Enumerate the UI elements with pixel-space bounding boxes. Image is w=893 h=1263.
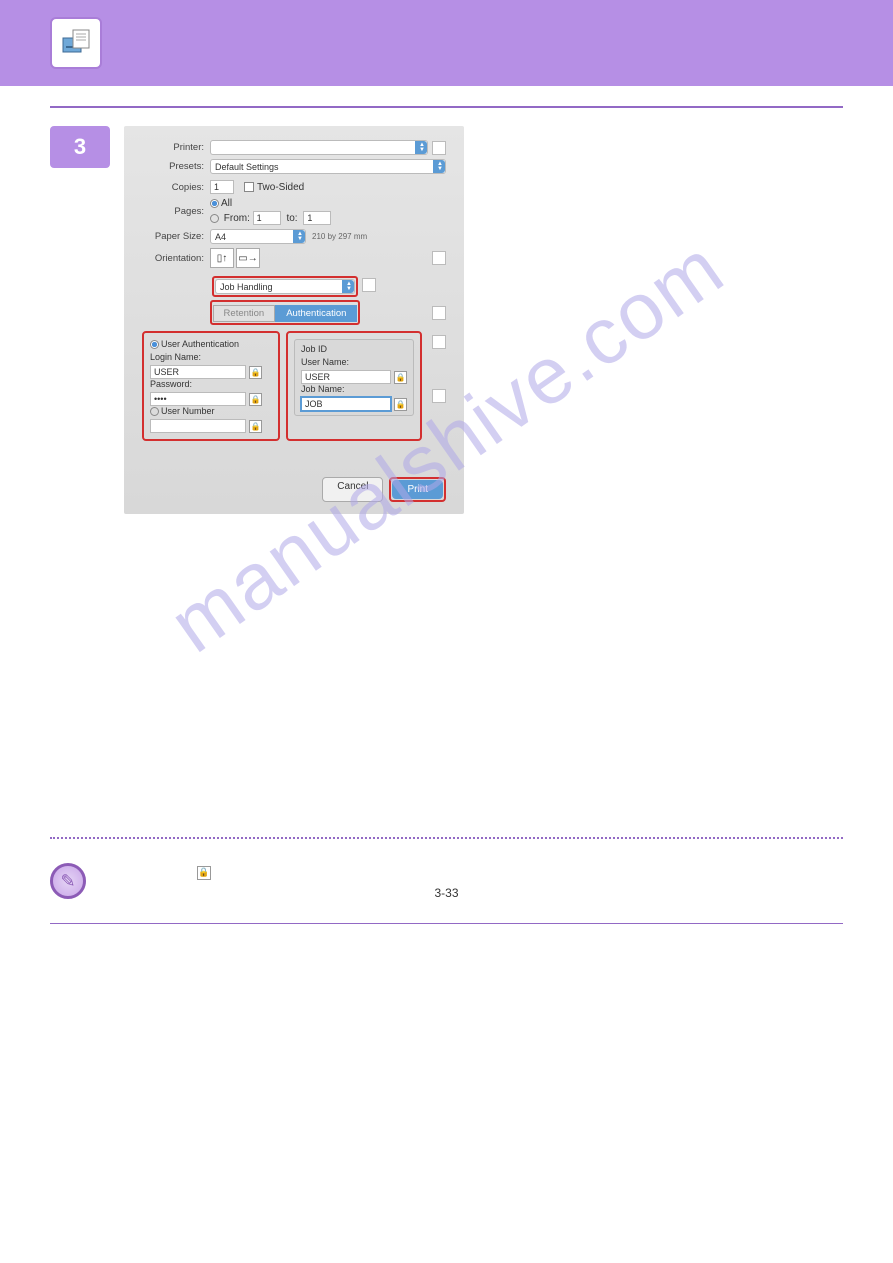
p5-text: Click the [Print] button. bbox=[506, 636, 672, 653]
copies-label: Copies: bbox=[142, 182, 204, 193]
p4-text: Enter the user name and job name as nece… bbox=[502, 411, 768, 445]
p3-b2-sub: Click the [User Number] checkbox and ent… bbox=[502, 373, 842, 407]
pages-all-label: All bbox=[221, 198, 232, 209]
p3-text: Enter your user information. bbox=[502, 254, 704, 271]
step-title-line2: printing. bbox=[478, 148, 546, 169]
divider-bottom bbox=[50, 923, 843, 924]
user-number-radio bbox=[150, 407, 159, 416]
orientation-portrait-icon: ▯↑ bbox=[210, 248, 234, 268]
p4-b1: User Name bbox=[512, 445, 588, 462]
job-id-pane: Job ID User Name: USER 🔒 Job Name: JOB 🔒 bbox=[286, 331, 422, 441]
page-number: 3-33 bbox=[434, 886, 458, 900]
papersize-value: A4 bbox=[215, 232, 226, 242]
user-auth-header: User Authentication bbox=[161, 339, 239, 349]
papersize-select: A4 ▲▼ bbox=[210, 229, 306, 244]
callout-marker-3 bbox=[432, 335, 446, 349]
pages-from-input: 1 bbox=[253, 211, 281, 225]
papersize-label: Paper Size: bbox=[142, 231, 204, 242]
user-auth-pane: User Authentication Login Name: USER 🔒 P… bbox=[142, 331, 280, 441]
print-button: Print bbox=[392, 480, 443, 499]
printer-page-icon bbox=[50, 17, 102, 69]
note-part1: You can click the bbox=[104, 865, 197, 879]
orientation-landscape-icon: ▭→ bbox=[236, 248, 260, 268]
job-name-label: Job Name: bbox=[301, 384, 407, 394]
note-text: You can click the 🔒 button to lock the s… bbox=[104, 863, 743, 881]
lock-icon: 🔒 bbox=[394, 398, 407, 411]
print-dialog-screenshot: Printer: ▲▼ Presets: Default Settings ▲▼… bbox=[124, 126, 464, 514]
callout-marker-1 bbox=[432, 141, 446, 155]
orientation-label: Orientation: bbox=[142, 253, 204, 264]
p4-num: (4) bbox=[478, 411, 496, 632]
pages-label: Pages: bbox=[142, 206, 204, 217]
pages-from-label: From: bbox=[224, 213, 250, 224]
user-number-label: User Number bbox=[161, 406, 215, 416]
lock-icon: 🔒 bbox=[249, 393, 262, 406]
lock-icon: 🔒 bbox=[249, 366, 262, 379]
callout-marker-2-spacer bbox=[432, 251, 446, 265]
step-title-line1: Enter your user information and start bbox=[478, 126, 786, 147]
note-part2: button to lock the settings in order to … bbox=[214, 865, 742, 879]
twosided-check: Two-Sided bbox=[244, 182, 304, 193]
password-label: Password: bbox=[150, 379, 272, 389]
p2-text: Select [Job Handling] and then click the… bbox=[502, 216, 786, 250]
p4-b1-sub: Enter your user name using up to 32 char… bbox=[502, 462, 823, 530]
job-id-header: Job ID bbox=[301, 344, 407, 354]
p1-text: Make sure that the machine's printer nam… bbox=[503, 178, 823, 212]
tab-authentication: Authentication bbox=[275, 305, 357, 322]
user-auth-radio bbox=[150, 340, 159, 349]
user-name-input: USER bbox=[301, 370, 391, 384]
pages-from-radio bbox=[210, 214, 219, 223]
p1-num: (1) bbox=[478, 178, 497, 212]
divider-dotted bbox=[50, 837, 843, 839]
instructions-column: Enter your user information and start pr… bbox=[478, 126, 843, 657]
section-select: Job Handling ▲▼ bbox=[215, 279, 355, 294]
p3-num: (3) bbox=[478, 254, 496, 407]
papersize-dim: 210 by 297 mm bbox=[312, 232, 367, 241]
step-number-badge: 3 bbox=[50, 126, 110, 168]
divider-top bbox=[50, 106, 843, 108]
lock-icon: 🔒 bbox=[249, 420, 262, 433]
p4-b2-sub: Enter a job name using up to 80 characte… bbox=[502, 547, 838, 632]
cancel-button: Cancel bbox=[322, 477, 383, 502]
p3-b1-sub: Enter your login name in "Login Name" an… bbox=[502, 305, 823, 339]
pages-to-label: to: bbox=[286, 213, 297, 224]
login-name-label: Login Name: bbox=[150, 352, 272, 362]
tab-retention: Retention bbox=[213, 305, 276, 322]
login-name-input: USER bbox=[150, 365, 246, 379]
callout-marker-2b bbox=[432, 306, 446, 320]
header-bar bbox=[0, 0, 893, 86]
twosided-label: Two-Sided bbox=[257, 182, 304, 193]
callout-marker-4 bbox=[432, 389, 446, 403]
p3-b1: When authentication is carried out by lo… bbox=[502, 271, 794, 305]
p5-num: (5) bbox=[478, 636, 500, 653]
password-input: •••• bbox=[150, 392, 246, 406]
presets-select: Default Settings ▲▼ bbox=[210, 159, 446, 174]
lock-icon: 🔒 bbox=[197, 866, 211, 880]
presets-label: Presets: bbox=[142, 161, 204, 172]
callout-marker-2 bbox=[362, 278, 376, 292]
job-name-input: JOB bbox=[301, 397, 391, 411]
p3-b2: When authentication is carried out by us… bbox=[502, 339, 792, 373]
user-name-label: User Name: bbox=[301, 357, 407, 367]
lock-icon: 🔒 bbox=[394, 371, 407, 384]
presets-value: Default Settings bbox=[215, 162, 279, 172]
pages-all-radio bbox=[210, 199, 219, 208]
p2-num: (2) bbox=[478, 216, 496, 250]
p4-b2: Job Name bbox=[512, 530, 580, 547]
copies-input: 1 bbox=[210, 180, 234, 194]
note-pencil-icon: ✎ bbox=[50, 863, 86, 899]
printer-label: Printer: bbox=[142, 142, 204, 153]
pages-to-input: 1 bbox=[303, 211, 331, 225]
section-value: Job Handling bbox=[220, 282, 273, 292]
printer-select: ▲▼ bbox=[210, 140, 428, 155]
user-number-input bbox=[150, 419, 246, 433]
